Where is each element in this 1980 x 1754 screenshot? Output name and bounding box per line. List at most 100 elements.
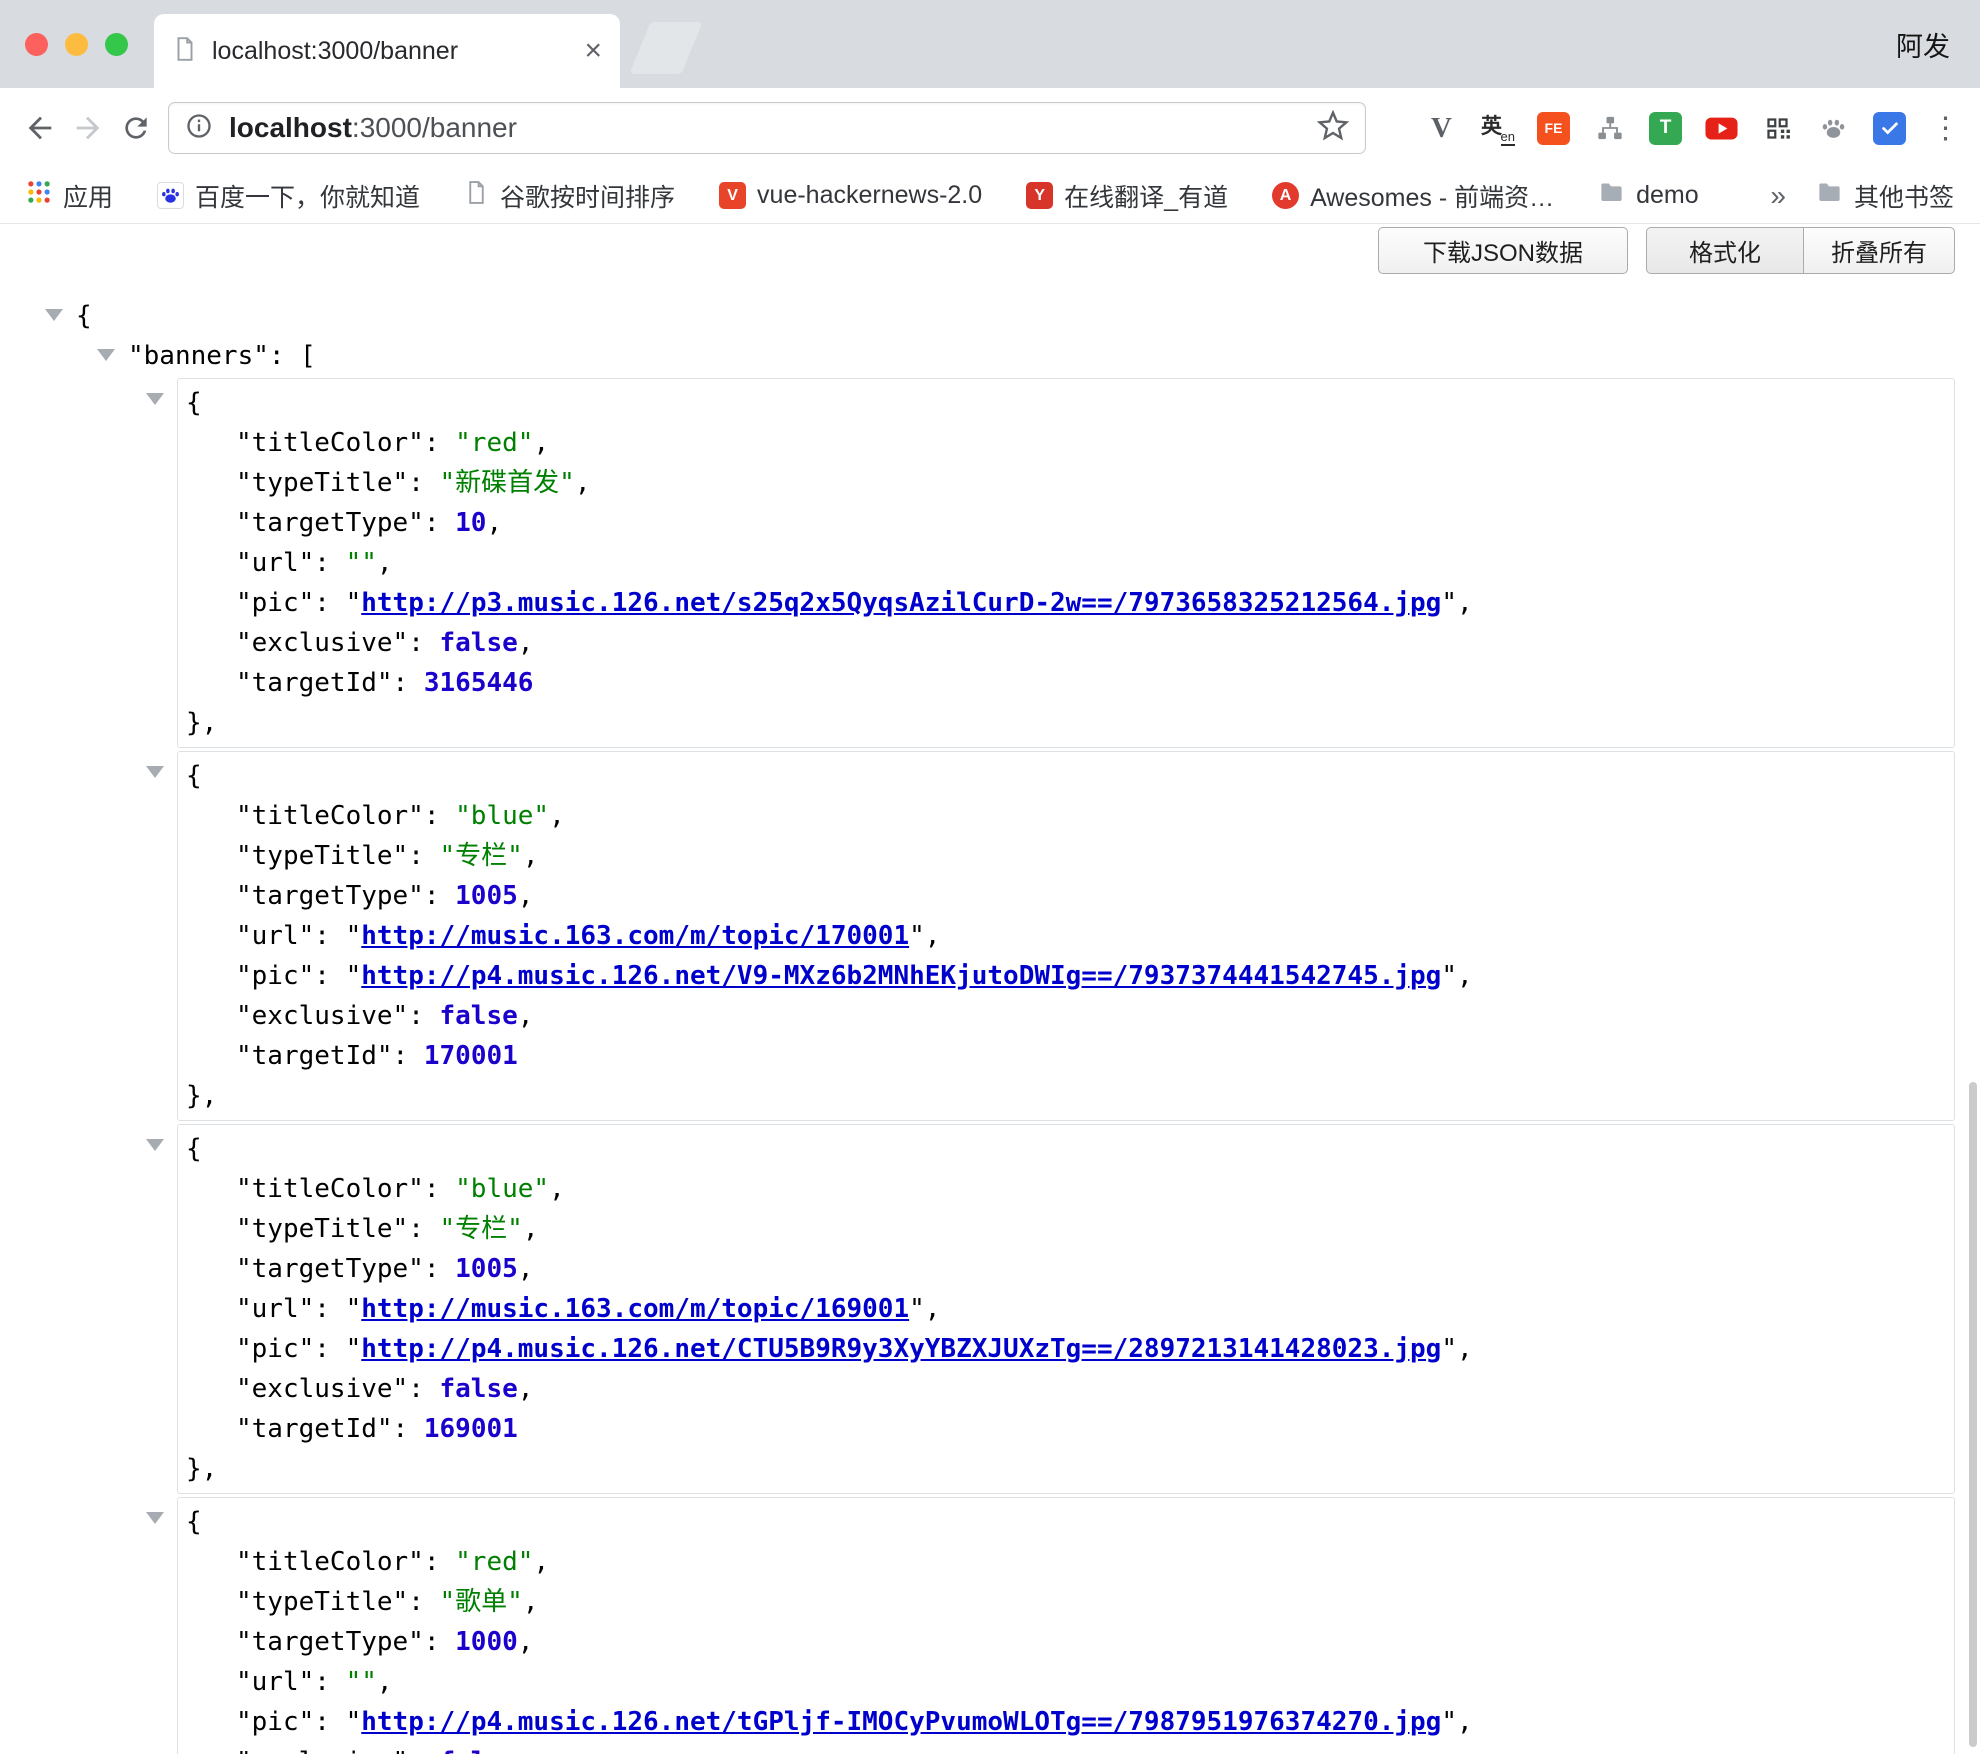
back-button[interactable] [16,104,64,152]
json-punctuation: " [346,588,362,618]
json-key: "targetType" [236,508,424,538]
proxy-extension-icon[interactable] [1871,110,1908,147]
json-url-link[interactable]: http://music.163.com/m/topic/169001 [361,1294,909,1324]
json-line: "targetType": 1005, [178,876,1954,916]
json-punctuation: : [314,588,345,618]
json-string-value: "歌单" [440,1587,523,1617]
banner-object: {"titleColor": "blue","typeTitle": "专栏",… [177,1124,1955,1494]
fe-extension-icon[interactable]: FE [1535,110,1572,147]
json-punctuation: , [523,1214,539,1244]
json-punctuation: , [549,801,565,831]
browser-menu-icon[interactable]: ⋮ [1927,110,1964,147]
scrollbar-thumb[interactable] [1969,1082,1977,1747]
collapse-object-icon[interactable] [146,766,164,778]
json-boolean-value: false [440,628,518,658]
tab-strip: localhost:3000/banner × 阿发 [0,0,1980,88]
download-json-button[interactable]: 下载JSON数据 [1378,227,1628,274]
collapse-object-icon[interactable] [146,1139,164,1151]
json-punctuation: : [424,428,455,458]
json-line: "url": "", [178,1662,1954,1702]
json-key: "exclusive" [236,628,408,658]
fullscreen-window-button[interactable] [105,33,128,56]
json-punctuation: : [424,1254,455,1284]
json-url-link[interactable]: http://music.163.com/m/topic/170001 [361,921,909,951]
json-line: { [178,756,1954,796]
json-punctuation: " [346,1294,362,1324]
bookmark-awesomes[interactable]: A Awesomes - 前端资… [1272,178,1554,214]
green-translate-extension-icon[interactable]: T [1647,110,1684,147]
forward-button[interactable] [64,104,112,152]
collapse-all-button[interactable]: 折叠所有 [1803,227,1955,274]
new-tab-button[interactable] [629,22,702,74]
json-line: "pic": "http://p4.music.126.net/tGPljf-I… [178,1702,1954,1742]
json-banners-line: "banners": [ [45,336,1980,376]
minimize-window-button[interactable] [65,33,88,56]
json-line: "typeTitle": "歌单", [178,1582,1954,1622]
json-key: "typeTitle" [236,1587,408,1617]
json-line: }, [178,1449,1954,1489]
json-key: "targetId" [236,1414,393,1444]
bookmark-label: 谷歌按时间排序 [500,178,675,214]
json-url-link[interactable]: http://p4.music.126.net/V9-MXz6b2MNhEKju… [361,961,1441,991]
json-punctuation: { [186,1507,202,1537]
json-url-link[interactable]: http://p4.music.126.net/CTU5B9R9y3XyYBZX… [361,1334,1441,1364]
json-key: "pic" [236,1707,314,1737]
json-action-buttons: 下载JSON数据 格式化 折叠所有 [1378,227,1955,274]
json-key: "typeTitle" [236,1214,408,1244]
json-key: "targetId" [236,668,393,698]
collapse-banners-icon[interactable] [97,349,115,361]
json-line: "titleColor": "red", [178,1542,1954,1582]
bookmark-google-sort[interactable]: 谷歌按时间排序 [464,178,675,214]
bookmark-youdao[interactable]: Y 在线翻译_有道 [1026,178,1228,214]
json-url-link[interactable]: http://p4.music.126.net/tGPljf-IMOCyPvum… [361,1707,1441,1737]
bookmarks-overflow-chevron[interactable]: » [1770,180,1786,212]
page-info-icon[interactable] [185,112,213,145]
collapse-object-icon[interactable] [146,393,164,405]
paw-extension-icon[interactable] [1815,110,1852,147]
json-punctuation: : [424,1547,455,1577]
bookmark-baidu[interactable]: 百度一下，你就知道 [157,178,420,214]
banner-boxes: {"titleColor": "red","typeTitle": "新碟首发"… [177,378,1955,1754]
bookmark-label: Awesomes - 前端资… [1310,178,1554,214]
bookmark-label: vue-hackernews-2.0 [757,181,982,210]
json-punctuation: , [518,628,534,658]
bookmark-apps[interactable]: 应用 [26,178,113,214]
json-punctuation: : [424,801,455,831]
youtube-extension-icon[interactable] [1703,110,1740,147]
collapse-object-icon[interactable] [146,1512,164,1524]
json-punctuation: " [1441,1707,1457,1737]
json-boolean-value: false [440,1747,518,1754]
json-url-link[interactable]: http://p3.music.126.net/s25q2x5QyqsAzilC… [361,588,1441,618]
collapse-root-icon[interactable] [45,309,63,321]
json-punctuation: : [314,1334,345,1364]
json-punctuation: : [424,1627,455,1657]
bookmark-star-icon[interactable] [1317,110,1349,147]
browser-tab[interactable]: localhost:3000/banner × [154,14,620,88]
bookmark-vue-hackernews[interactable]: V vue-hackernews-2.0 [719,181,982,210]
json-punctuation: " [346,1334,362,1364]
orgchart-extension-icon[interactable] [1591,110,1628,147]
close-window-button[interactable] [25,33,48,56]
bookmark-demo-folder[interactable]: demo [1598,179,1699,213]
profile-name[interactable]: 阿发 [1896,0,1950,88]
url-text[interactable]: localhost:3000/banner [229,112,1301,144]
vimium-extension-icon[interactable]: V [1423,110,1460,147]
json-punctuation: , [533,1547,549,1577]
format-button[interactable]: 格式化 [1646,227,1804,274]
json-punctuation: { [186,1134,202,1164]
qrcode-extension-icon[interactable] [1759,110,1796,147]
page-favicon-icon [172,36,198,67]
bookmark-label: 在线翻译_有道 [1064,178,1228,214]
json-punctuation: : [408,628,439,658]
translate-extension-icon[interactable]: 英en [1479,110,1516,147]
address-bar[interactable]: localhost:3000/banner [168,102,1366,154]
json-line: "titleColor": "blue", [178,1169,1954,1209]
tab-close-icon[interactable]: × [584,36,602,66]
bookmark-other-folder[interactable]: 其他书签 [1816,178,1954,214]
json-line: "targetType": 1005, [178,1249,1954,1289]
json-key: "titleColor" [236,428,424,458]
json-punctuation: " [909,921,925,951]
json-boolean-value: false [440,1001,518,1031]
reload-button[interactable] [112,104,160,152]
json-punctuation: , [377,548,393,578]
